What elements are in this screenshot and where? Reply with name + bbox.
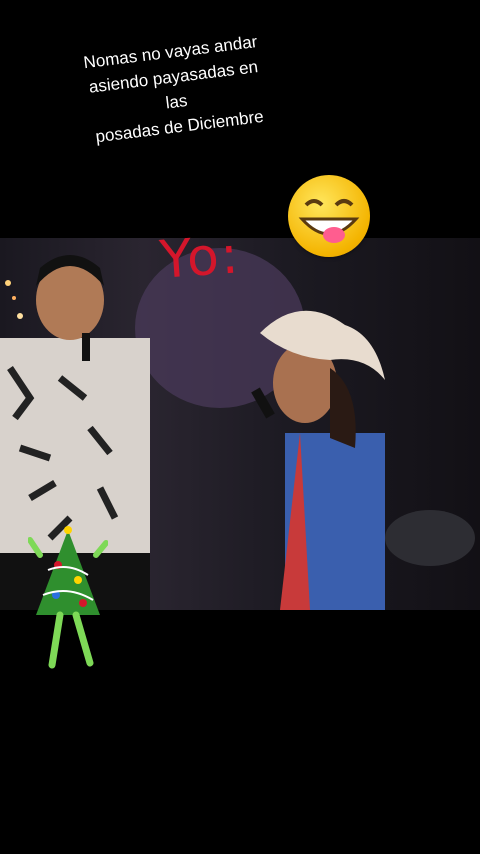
stage-light (12, 296, 16, 300)
microphone (82, 333, 90, 361)
dancing-christmas-tree-sticker-icon (27, 525, 109, 675)
grinning-squinting-tongue-emoji-icon (288, 175, 370, 257)
stage-light (5, 280, 11, 286)
caption-text: Nomas no vayas andar asiendo payasadas e… (20, 21, 330, 157)
drum-kit (385, 510, 475, 566)
yo-label: Yo: (158, 225, 243, 291)
stage-light (17, 313, 23, 319)
